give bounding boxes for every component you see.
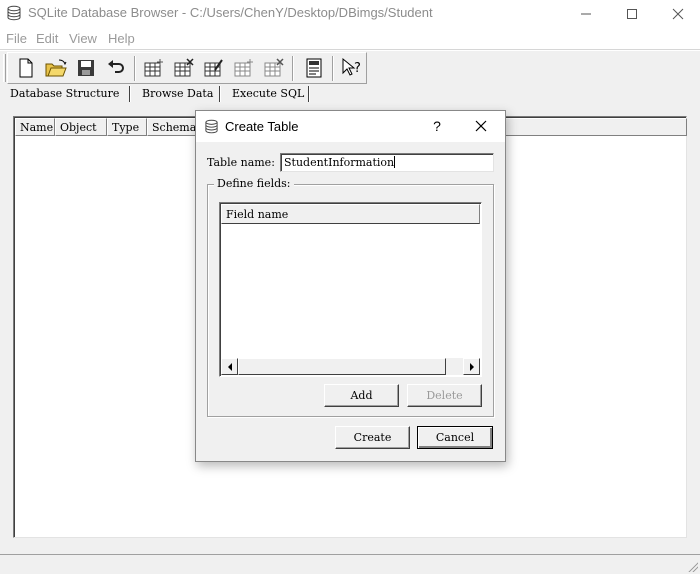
close-icon	[672, 8, 684, 20]
table-name-input[interactable]: StudentInformation	[280, 153, 494, 172]
delete-index-button[interactable]	[262, 56, 286, 80]
arrow-left-icon	[227, 362, 232, 371]
minimize-icon	[581, 13, 591, 15]
create-index-icon	[234, 59, 253, 77]
close-icon	[475, 120, 487, 132]
minimize-button[interactable]	[563, 0, 609, 28]
delete-table-button[interactable]	[172, 56, 196, 80]
save-icon	[78, 60, 94, 76]
create-table-button[interactable]	[142, 56, 166, 80]
scroll-right-button[interactable]	[463, 358, 480, 375]
maximize-button[interactable]	[609, 0, 655, 28]
toolbar-area: ?	[0, 51, 700, 85]
new-database-button[interactable]	[14, 56, 38, 80]
tab-execute-sql[interactable]: Execute SQL	[226, 85, 310, 104]
menu-view[interactable]: View	[69, 31, 97, 46]
log-icon	[306, 58, 322, 78]
toolbar-separator	[134, 56, 136, 81]
toolbar-separator	[332, 56, 334, 81]
toolbar-separator	[292, 56, 294, 81]
dialog-title: Create Table	[225, 119, 299, 134]
column-header-field-name[interactable]: Field name	[221, 204, 480, 224]
fields-list[interactable]: Field name	[219, 202, 482, 377]
horizontal-scrollbar[interactable]	[221, 358, 480, 375]
tab-divider	[219, 86, 221, 102]
menu-help[interactable]: Help	[108, 31, 135, 46]
menu-edit[interactable]: Edit	[36, 31, 58, 46]
menu-file[interactable]: File	[6, 31, 27, 46]
svg-text:?: ?	[354, 61, 361, 76]
delete-field-button[interactable]: Delete	[407, 384, 482, 407]
delete-table-icon	[174, 58, 194, 77]
database-icon	[6, 5, 22, 25]
status-bar	[0, 554, 700, 574]
revert-changes-button[interactable]	[104, 56, 128, 80]
open-folder-icon	[45, 59, 67, 77]
define-fields-label: Define fields:	[214, 177, 294, 190]
tab-browse-data[interactable]: Browse Data	[136, 85, 219, 104]
dialog-help-button[interactable]: ?	[426, 115, 448, 137]
modify-table-button[interactable]	[202, 56, 226, 80]
tab-database-structure[interactable]: Database Structure	[4, 85, 126, 104]
close-window-button[interactable]	[655, 0, 700, 28]
tab-divider	[308, 86, 310, 102]
resize-grip[interactable]	[686, 560, 698, 572]
toolbar: ?	[7, 52, 367, 84]
add-field-button[interactable]: Add	[324, 384, 399, 407]
new-file-icon	[19, 58, 33, 78]
maximize-icon	[627, 9, 637, 19]
scrollbar-thumb[interactable]	[238, 358, 446, 375]
undo-icon	[108, 60, 124, 73]
window-titlebar[interactable]: SQLite Database Browser - C:/Users/ChenY…	[0, 0, 700, 28]
modify-table-icon	[204, 59, 223, 77]
tab-strip: Database Structure Browse Data Execute S…	[0, 85, 700, 104]
whats-this-icon: ?	[342, 57, 361, 76]
text-caret	[394, 156, 396, 168]
dialog-close-button[interactable]	[466, 115, 496, 137]
database-icon	[204, 119, 219, 138]
dialog-titlebar[interactable]: Create Table ?	[196, 111, 505, 142]
window-title: SQLite Database Browser - C:/Users/ChenY…	[28, 5, 433, 20]
create-table-dialog: Create Table ? Table name: StudentInform…	[195, 110, 506, 462]
table-name-label: Table name:	[207, 156, 275, 169]
column-header-name[interactable]: Name	[15, 118, 55, 136]
cancel-button[interactable]: Cancel	[417, 426, 493, 449]
open-database-button[interactable]	[44, 56, 68, 80]
arrow-right-icon	[469, 362, 474, 371]
column-header-type[interactable]: Type	[107, 118, 147, 136]
create-table-icon	[144, 59, 163, 77]
sql-log-button[interactable]	[302, 56, 326, 80]
tab-divider	[129, 86, 131, 102]
menu-bar: File Edit View Help	[0, 28, 700, 50]
create-button[interactable]: Create	[335, 426, 410, 449]
column-header-object[interactable]: Object	[55, 118, 107, 136]
whats-this-button[interactable]: ?	[340, 56, 364, 80]
save-database-button[interactable]	[74, 56, 98, 80]
toolbar-grip[interactable]	[3, 54, 6, 82]
scroll-left-button[interactable]	[221, 358, 238, 375]
create-index-button[interactable]	[232, 56, 256, 80]
delete-index-icon	[264, 58, 284, 77]
table-name-value: StudentInformation	[284, 156, 395, 169]
